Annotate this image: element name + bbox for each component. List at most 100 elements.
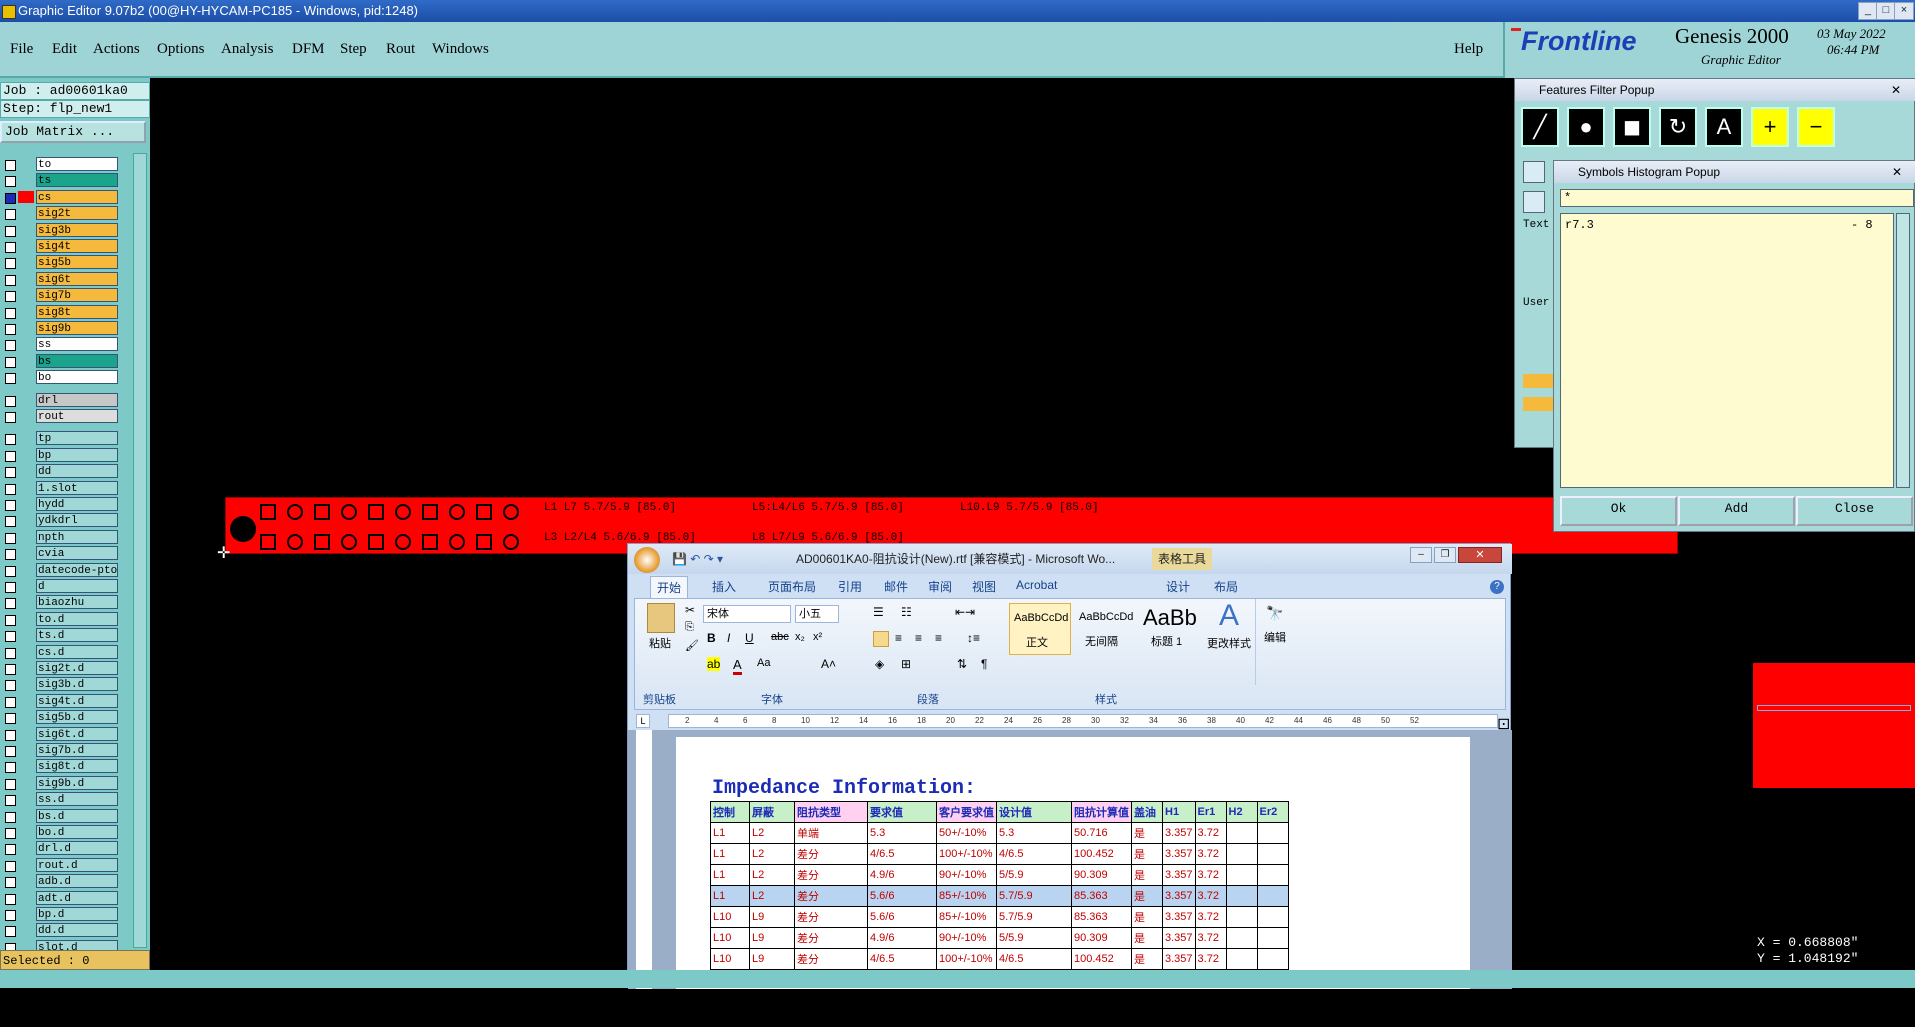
layer-name[interactable]: ydkdrl [36,513,118,528]
layer-checkbox[interactable] [5,844,16,856]
table-cell[interactable]: L2 [749,822,795,844]
layer-row[interactable]: ts [0,173,120,188]
table-cell[interactable] [1256,864,1289,886]
layer-row[interactable]: sig9b [0,321,120,336]
impedance-table[interactable]: 控制 屏蔽 阻抗类型 要求值 客户要求值 设计值 阻抗计算值 盖油 H1 Er1 H2 Er2 L1 L… [710,801,1289,970]
table-cell[interactable] [1256,822,1289,844]
numbering-icon[interactable]: ☷ [901,605,912,619]
select-arrow-icon[interactable] [1523,191,1545,213]
edit-button[interactable]: 编辑 [1264,629,1286,645]
table-cell[interactable] [1256,906,1289,928]
layer-checkbox[interactable] [5,582,16,593]
show-marks-icon[interactable]: ¶ [981,657,987,671]
table-cell[interactable]: 3.357 [1162,843,1196,865]
layer-checkbox[interactable] [5,160,16,171]
table-cell[interactable] [1225,948,1258,970]
tab-references[interactable]: 引用 [838,578,862,595]
table-row[interactable]: L10 L9 差分 4/6.5 100+/-10% 4/6.5 100.452 是 3.357 3… [710,948,1289,970]
table-cell[interactable]: 单端 [794,822,868,844]
table-cell[interactable]: 4/6.5 [867,948,937,970]
layer-row[interactable]: bo [0,370,120,385]
layer-checkbox[interactable] [5,209,16,221]
layer-checkbox[interactable] [5,860,16,872]
layer-name[interactable]: bp [36,447,118,462]
document-page[interactable]: Impedance Information: 控制 屏蔽 阻抗类型 要求值 客户要求值设… [676,737,1470,989]
layer-row[interactable]: sig3b [0,222,120,238]
layer-checkbox[interactable] [5,176,16,188]
layer-row[interactable]: sig4t.d [0,693,120,709]
find-icon[interactable]: 🔭 [1266,605,1283,622]
table-row[interactable]: L1 L2 差分 4.9/6 90+/-10% 5/5.9 90.309 是 3.357 3.72 [710,864,1289,886]
layer-checkbox[interactable] [5,532,16,544]
italic-icon[interactable]: I [727,631,730,645]
layer-row[interactable]: adb.d [0,874,120,889]
layer-row[interactable]: rout.d [0,857,120,873]
layer-checkbox[interactable] [5,500,16,511]
layer-checkbox[interactable] [5,631,16,643]
layer-name[interactable]: cs [36,189,118,204]
highlight-icon[interactable]: ab [707,657,721,671]
layer-name[interactable]: datecode-pto [36,562,118,577]
menu-dfm[interactable]: DFM [292,41,325,58]
layer-name[interactable]: sig2t.d [36,661,118,675]
quick-access-toolbar-icon[interactable]: 💾 ↶ ↷ ▾ [672,544,723,574]
layer-name[interactable]: sig2t [36,206,118,221]
table-cell[interactable]: 3.72 [1194,927,1227,949]
layer-checkbox[interactable] [5,450,16,462]
layer-name[interactable]: sig7b.d [36,743,118,757]
bullets-icon[interactable]: ☰ [873,605,884,619]
layer-row[interactable]: hydd [0,497,120,512]
table-row[interactable]: L1 L2 差分 5.6/6 85+/-10% 5.7/5.9 85.363 是 3.357 3.… [710,885,1289,907]
table-cell[interactable] [1225,927,1258,949]
justify-icon[interactable]: ≡ [935,631,942,645]
borders-icon[interactable]: ⊞ [901,657,911,671]
layer-name[interactable]: to [36,157,118,171]
layer-row[interactable]: sig2t.d [0,661,120,676]
minimize-button[interactable]: – [1410,547,1432,563]
tab-insert[interactable]: 插入 [712,578,736,595]
table-cell[interactable]: 90+/-10% [936,864,997,886]
table-cell[interactable]: L9 [749,948,795,970]
layer-name[interactable]: sig6t.d [36,726,118,741]
menu-file[interactable]: File [10,41,33,58]
layer-row[interactable]: biaozhu [0,595,120,610]
layer-row[interactable]: sig9b.d [0,775,120,791]
table-cell[interactable]: L1 [710,822,750,844]
close-button[interactable]: × [1894,2,1914,20]
layer-checkbox[interactable] [5,274,16,286]
table-cell[interactable]: 3.357 [1162,927,1196,949]
layer-name[interactable]: sig4t.d [36,693,118,708]
layer-row[interactable]: drl [0,392,120,408]
layer-row[interactable]: drl.d [0,841,120,856]
layer-name[interactable]: sig3b.d [36,677,118,692]
layer-checkbox[interactable] [5,762,16,774]
table-cell[interactable]: 是 [1131,885,1163,907]
layer-checkbox[interactable] [5,434,16,446]
sort-icon[interactable]: ⇅ [957,657,967,671]
layer-name[interactable]: cs.d [36,644,118,659]
table-cell[interactable] [1225,906,1258,928]
layer-checkbox[interactable] [5,412,16,423]
restore-button[interactable]: ❐ [1434,547,1456,563]
layer-row[interactable]: sig7b.d [0,743,120,758]
table-cell[interactable]: L10 [710,927,750,949]
table-cell[interactable]: 3.72 [1194,885,1227,907]
horizontal-ruler[interactable]: 2 4 6 8 10 12 14 16 18 20 22 24 26 28 30 32 34 36 38 40 42 44… [668,714,1498,728]
table-cell[interactable]: 是 [1131,822,1163,844]
cut-icon[interactable]: ✂ [685,603,695,617]
table-cell[interactable]: 3.357 [1162,864,1196,886]
table-cell[interactable]: 50.716 [1071,822,1132,844]
table-cell[interactable]: L2 [749,864,795,886]
layer-row[interactable]: sig4t [0,239,120,254]
line-spacing-icon[interactable]: ↕≡ [967,631,980,645]
layer-checkbox[interactable] [5,467,16,479]
menu-help[interactable]: Help [1454,41,1483,58]
layer-checkbox[interactable] [5,910,16,921]
layer-checkbox[interactable] [5,614,16,626]
layer-checkbox[interactable] [5,307,16,319]
menu-step[interactable]: Step [340,41,367,58]
copy-icon[interactable]: ⎘ [685,621,694,634]
font-name-select[interactable]: 宋体 [703,605,791,623]
layer-checkbox[interactable] [5,324,16,335]
layer-row[interactable]: 1.slot [0,480,120,496]
